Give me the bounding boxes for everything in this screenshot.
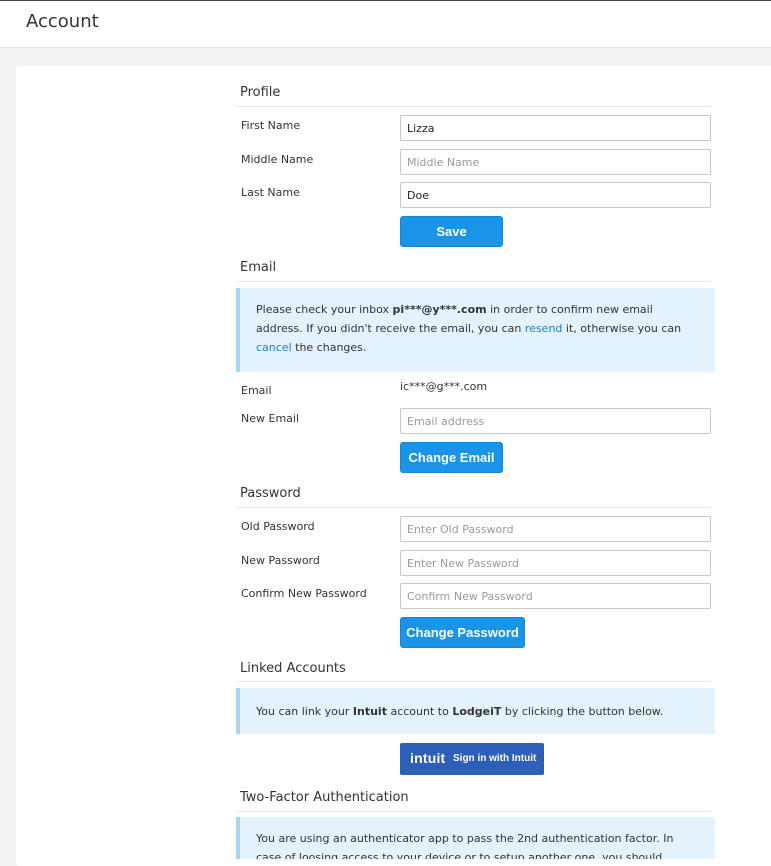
middle-name-field[interactable] bbox=[400, 149, 711, 175]
current-email-value: ic***@g***.com bbox=[400, 380, 488, 393]
last-name-field[interactable] bbox=[400, 182, 711, 208]
old-password-label: Old Password bbox=[241, 520, 315, 533]
first-name-label: First Name bbox=[241, 119, 301, 132]
page-header: Account bbox=[0, 1, 771, 48]
confirm-password-label: Confirm New Password bbox=[241, 587, 367, 600]
resend-link[interactable]: resend bbox=[525, 322, 563, 335]
notice-text: account to bbox=[386, 705, 453, 718]
confirm-password-field[interactable] bbox=[400, 583, 711, 609]
email-divider bbox=[236, 281, 711, 282]
notice-text: by clicking the button below. bbox=[501, 705, 664, 718]
pending-email-address: pi***@y***.com bbox=[392, 303, 487, 316]
change-email-button[interactable]: Change Email bbox=[400, 442, 503, 473]
email-section-title: Email bbox=[240, 260, 277, 275]
notice-text: the changes. bbox=[291, 341, 367, 354]
profile-divider bbox=[236, 106, 711, 107]
middle-name-label: Middle Name bbox=[241, 153, 314, 166]
notice-text: it, otherwise you can bbox=[562, 322, 682, 335]
profile-section-title: Profile bbox=[240, 85, 281, 100]
provider-name: Intuit bbox=[352, 705, 387, 718]
two-factor-section-title: Two-Factor Authentication bbox=[240, 790, 409, 805]
intuit-logo-icon: intuit bbox=[410, 750, 446, 766]
save-button[interactable]: Save bbox=[400, 216, 503, 247]
new-password-label: New Password bbox=[241, 554, 320, 567]
intuit-button-label: Sign in with Intuit bbox=[453, 753, 537, 764]
notice-text: You can link your bbox=[256, 705, 353, 718]
linked-accounts-section-title: Linked Accounts bbox=[240, 661, 346, 676]
email-label: Email bbox=[241, 384, 272, 397]
two-factor-notice: You are using an authenticator app to pa… bbox=[236, 817, 715, 859]
new-password-field[interactable] bbox=[400, 550, 711, 576]
last-name-label: Last Name bbox=[241, 186, 300, 199]
password-section-title: Password bbox=[240, 486, 301, 501]
notice-text: Please check your inbox bbox=[256, 303, 393, 316]
first-name-field[interactable] bbox=[400, 115, 711, 141]
linked-accounts-notice: You can link your Intuit account to Lodg… bbox=[236, 688, 715, 734]
old-password-field[interactable] bbox=[400, 516, 711, 542]
change-password-button[interactable]: Change Password bbox=[400, 617, 525, 648]
email-pending-notice: Please check your inbox pi***@y***.com i… bbox=[236, 288, 715, 372]
sign-in-with-intuit-button[interactable]: intuit Sign in with Intuit bbox=[400, 743, 544, 775]
cancel-link[interactable]: cancel bbox=[256, 341, 292, 354]
two-factor-divider bbox=[236, 811, 711, 812]
password-divider bbox=[236, 507, 711, 508]
app-name: LodgeiT bbox=[452, 705, 502, 718]
linked-accounts-divider bbox=[236, 681, 711, 682]
new-email-field[interactable] bbox=[400, 408, 711, 434]
new-email-label: New Email bbox=[241, 412, 300, 425]
page-title: Account bbox=[26, 11, 99, 32]
